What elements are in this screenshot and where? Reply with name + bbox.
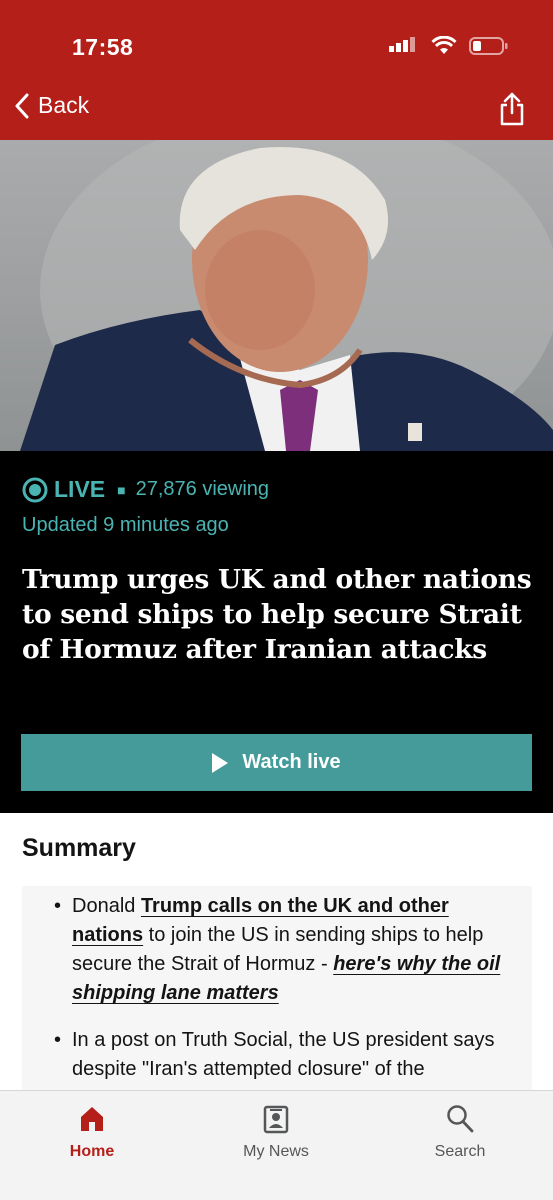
hero-image — [0, 140, 553, 451]
summary-item: Donald Trump calls on the UK and other n… — [54, 892, 522, 1008]
live-label: LIVE — [54, 476, 106, 502]
summary-heading: Summary — [22, 834, 136, 862]
watch-live-label: Watch live — [242, 751, 341, 773]
play-icon — [212, 752, 229, 773]
back-button[interactable]: Back — [14, 92, 89, 119]
tab-home-label: Home — [69, 1143, 115, 1160]
status-time: 17:58 — [72, 34, 134, 60]
search-icon — [447, 1105, 474, 1133]
chevron-left-icon — [15, 93, 29, 118]
hero-photo-illustration — [20, 140, 553, 451]
live-indicator-icon — [22, 477, 48, 502]
tab-my-news[interactable]: My News — [211, 1101, 341, 1161]
summary-list: Donald Trump calls on the UK and other n… — [54, 892, 522, 1102]
summary-item: In a post on Truth Social, the US presid… — [54, 1026, 522, 1084]
home-icon — [81, 1107, 103, 1131]
summary-item-text: Donald — [72, 895, 141, 917]
watch-live-button[interactable]: Watch live — [21, 734, 532, 791]
tab-search-label: Search — [434, 1143, 486, 1160]
live-status-row: LIVE ■ 27,876 viewing — [22, 476, 269, 503]
tab-my-news-label: My News — [243, 1143, 309, 1160]
back-label: Back — [38, 92, 90, 118]
tab-search[interactable]: Search — [395, 1101, 525, 1161]
battery-icon — [469, 37, 508, 55]
summary-item-text: In a post on Truth Social, the US presid… — [72, 1029, 495, 1080]
tab-home[interactable]: Home — [27, 1101, 157, 1161]
viewer-count: 27,876 viewing — [135, 478, 270, 500]
my-news-icon — [263, 1105, 289, 1134]
status-icons — [389, 36, 509, 56]
summary-box: Donald Trump calls on the UK and other n… — [22, 886, 532, 1106]
share-icon — [500, 92, 524, 126]
signal-icon — [389, 37, 415, 52]
article-headline: Trump urges UK and other nations to send… — [22, 564, 532, 665]
bottom-tab-bar: Home My News Search — [0, 1090, 553, 1200]
wifi-icon — [431, 36, 457, 54]
app-header: 17:58 Back — [0, 0, 553, 140]
updated-time: Updated 9 minutes ago — [22, 514, 229, 536]
share-button[interactable] — [499, 92, 525, 131]
separator-dot: ■ — [117, 481, 126, 498]
